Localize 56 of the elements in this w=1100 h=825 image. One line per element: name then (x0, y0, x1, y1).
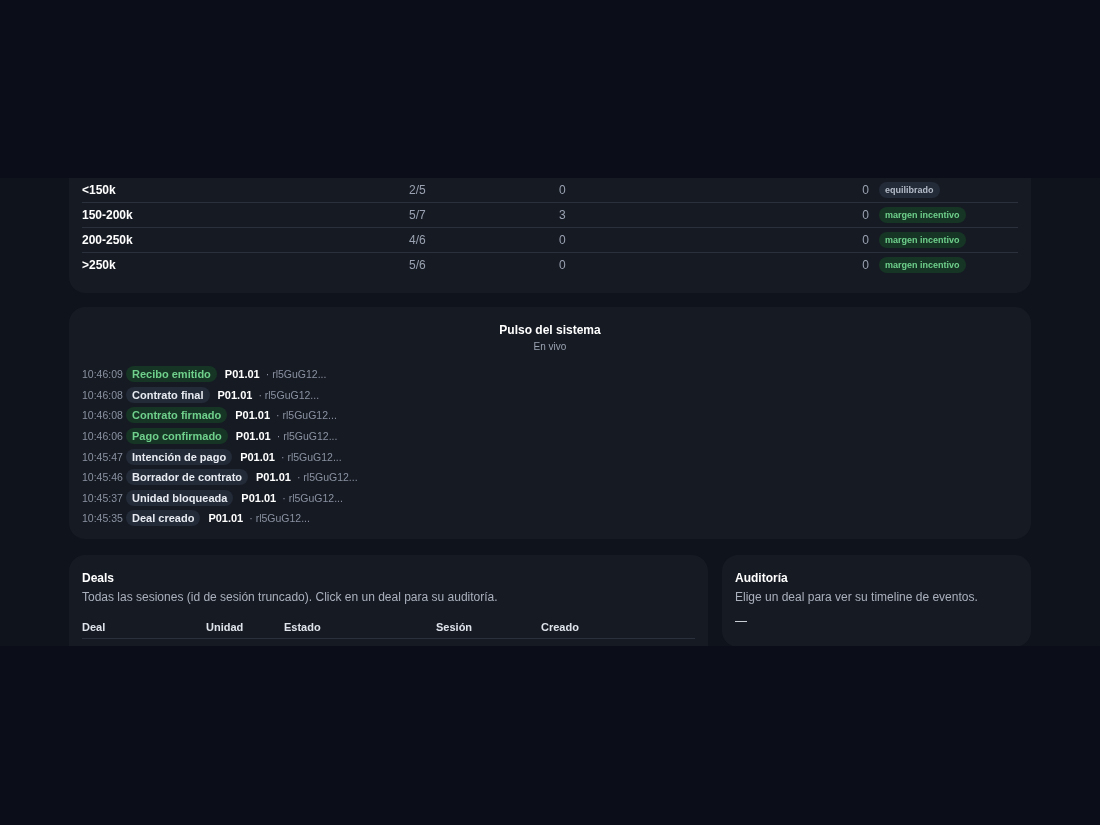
session-id: · rl5GuG12... (258, 388, 320, 401)
session-id: · rl5GuG12... (249, 512, 310, 525)
table-cell-text: 0 (559, 183, 567, 197)
table-cell-text: 0 (861, 233, 869, 247)
column-header: Estado (284, 621, 322, 633)
table-cell-text: 2/5 (409, 183, 427, 197)
unit-code: P01.01 (224, 368, 260, 381)
table-cell-text: 3 (559, 208, 567, 222)
status-badge: margen incentivo (879, 257, 966, 273)
unit-code: P01.01 (208, 512, 244, 525)
live-label: En vivo (532, 341, 568, 352)
session-id: · rl5GuG12... (282, 491, 343, 504)
event-pill: Contrato firmado (126, 407, 228, 424)
empty-dash: — (735, 614, 747, 628)
unit-code: P01.01 (235, 430, 271, 443)
event-pill: Contrato final (126, 386, 210, 403)
session-id: · rl5GuG12... (265, 368, 327, 381)
event-pill: Borrador de contrato (126, 469, 248, 486)
session-id: · rl5GuG12... (281, 450, 342, 463)
column-header: Unidad (206, 621, 245, 633)
table-cell-text: 0 (861, 208, 869, 222)
table-cell-text: 4/6 (409, 233, 427, 247)
event-pill: Intención de pago (126, 448, 233, 465)
event-pill: Pago confirmado (126, 428, 228, 445)
section-description: Elige un deal para ver su timeline de eventos. (735, 590, 979, 604)
event-pill: Deal creado (126, 510, 201, 527)
unit-code: P01.01 (240, 450, 275, 463)
section-title: Deals (82, 571, 116, 585)
status-badge: margen incentivo (879, 232, 966, 248)
range-cell-text: 150-200k (82, 208, 134, 222)
table-cell-text: 0 (861, 258, 869, 272)
event-pill: Unidad bloqueada (126, 489, 234, 506)
session-id: · rl5GuG12... (276, 430, 338, 443)
session-id: · rl5GuG12... (296, 471, 358, 484)
section-title: Auditoría (735, 571, 789, 585)
session-id: · rl5GuG12... (276, 409, 337, 422)
event-pill: Recibo emitido (126, 366, 217, 383)
section-title: Pulso del sistema (498, 323, 602, 337)
range-cell-text: <150k (82, 183, 117, 197)
table-cell-text: 5/6 (409, 258, 427, 272)
column-header: Creado (541, 621, 580, 633)
column-header: Deal (82, 621, 107, 633)
unit-code: P01.01 (241, 491, 277, 504)
column-header: Sesión (436, 621, 474, 633)
table-cell-text: 5/7 (409, 208, 427, 222)
status-badge: margen incentivo (879, 207, 966, 223)
table-cell-text: 0 (559, 233, 567, 247)
unit-code: P01.01 (235, 409, 271, 422)
range-cell-text: 200-250k (82, 233, 134, 247)
unit-code: P01.01 (256, 471, 291, 484)
range-cell-text: >250k (82, 258, 117, 272)
table-cell-text: 0 (559, 258, 567, 272)
section-description: Todas las sesiones (id de sesión truncado). Click en un deal para su auditoría. (82, 590, 499, 604)
unit-code: P01.01 (217, 388, 253, 401)
table-cell-text: 0 (861, 183, 869, 197)
status-badge: equilibrado (879, 182, 940, 198)
